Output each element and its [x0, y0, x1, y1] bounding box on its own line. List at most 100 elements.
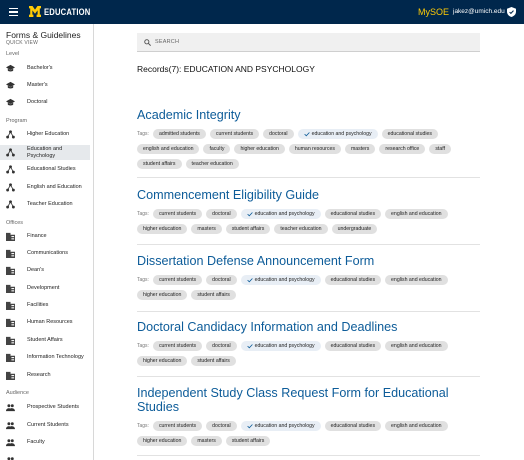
- tag-label: english and education: [391, 277, 442, 283]
- tag-chip[interactable]: education and psychology: [240, 209, 321, 219]
- tag-chip[interactable]: masters: [191, 436, 222, 446]
- sidebar-item-educational-studies[interactable]: Educational Studies: [0, 162, 90, 177]
- check-icon: [246, 212, 253, 217]
- tag-chip[interactable]: faculty: [203, 144, 231, 154]
- tag-chip[interactable]: english and education: [385, 275, 448, 285]
- sidebar-item-communications[interactable]: Communications: [0, 246, 90, 261]
- tag-label: educational studies: [330, 277, 376, 283]
- tag-chip[interactable]: english and education: [385, 209, 448, 219]
- menu-icon[interactable]: [9, 8, 18, 17]
- section-program: Program: [6, 118, 28, 124]
- record-title[interactable]: Doctoral Candidacy Information and Deadl…: [137, 320, 480, 334]
- tag-chip[interactable]: education and psychology: [297, 129, 378, 139]
- record-divider: [137, 311, 480, 312]
- sidebar-item-deans[interactable]: Dean's: [0, 263, 90, 278]
- sidebar-item-prospective-students[interactable]: Prospective Students: [0, 400, 90, 415]
- tag-chip[interactable]: research office: [379, 144, 426, 154]
- tag-chip[interactable]: education and psychology: [240, 275, 321, 285]
- sidebar-item-research[interactable]: Research: [0, 368, 90, 383]
- sidebar-item-information-technology[interactable]: Information Technology: [0, 350, 90, 365]
- tags-label: Tags:: [137, 211, 149, 217]
- sidebar-item-more[interactable]: [0, 453, 90, 460]
- tag-label: english and education: [391, 343, 442, 349]
- site-logo[interactable]: EDUCATION: [29, 6, 99, 17]
- record-title[interactable]: Independent Study Class Request Form for…: [137, 386, 480, 414]
- sidebar-item-higher-education[interactable]: Higher Education: [0, 127, 90, 142]
- sidebar-item-masters[interactable]: Master's: [0, 78, 90, 93]
- record-title[interactable]: Commencement Eligibility Guide: [137, 188, 480, 202]
- tag-chip[interactable]: doctoral: [206, 275, 237, 285]
- search-input[interactable]: SEARCH: [155, 39, 179, 45]
- tag-chip[interactable]: education and psychology: [240, 421, 321, 431]
- tag-chip[interactable]: student affairs: [225, 224, 271, 234]
- tag-chip[interactable]: educational studies: [381, 129, 438, 139]
- sidebar-item-label: Educational Studies: [27, 166, 76, 172]
- tag-chip[interactable]: undergraduate: [331, 224, 378, 234]
- tag-chip[interactable]: student affairs: [191, 290, 236, 300]
- record-title[interactable]: Academic Integrity: [137, 108, 480, 122]
- sidebar-item-human-resources[interactable]: Human Resources: [0, 315, 90, 330]
- tag-label: teacher education: [191, 161, 233, 167]
- sidebar-item-finance[interactable]: Finance: [0, 229, 90, 244]
- sidebar-item-label: Prospective Students: [27, 404, 79, 410]
- tag-chip[interactable]: higher education: [137, 224, 188, 234]
- sidebar: Forms & Guidelines QUICK VIEW Level Bach…: [0, 24, 94, 460]
- sidebar-item-doctoral[interactable]: Doctoral: [0, 95, 90, 110]
- tag-chip[interactable]: current students: [152, 275, 203, 285]
- tag-chip[interactable]: higher education: [137, 436, 188, 446]
- tag-chip[interactable]: human resources: [288, 144, 341, 154]
- tag-chip[interactable]: english and education: [385, 341, 448, 351]
- record-tags: Tags: current students doctoral education a…: [137, 421, 480, 446]
- tag-chip[interactable]: doctoral: [263, 129, 294, 139]
- sidebar-item-english-and-education[interactable]: English and Education: [0, 180, 90, 195]
- tag-chip[interactable]: current students: [152, 209, 203, 219]
- tag-chip[interactable]: teacher education: [185, 159, 239, 169]
- tag-chip[interactable]: current students: [152, 341, 203, 351]
- tag-chip[interactable]: english and education: [137, 144, 200, 154]
- sidebar-item-teacher-education[interactable]: Teacher Education: [0, 197, 90, 212]
- tag-chip[interactable]: educational studies: [324, 209, 382, 219]
- tags-label: Tags:: [137, 343, 149, 349]
- sidebar-item-development[interactable]: Development: [0, 281, 90, 296]
- tag-chip[interactable]: english and education: [385, 421, 448, 431]
- search-bar[interactable]: SEARCH: [137, 33, 480, 52]
- sidebar-item-student-affairs[interactable]: Student Affairs: [0, 333, 90, 348]
- tag-chip[interactable]: higher education: [137, 290, 188, 300]
- check-icon: [303, 132, 310, 137]
- tag-chip[interactable]: masters: [191, 224, 222, 234]
- mysoe-link[interactable]: MySOE: [418, 7, 449, 17]
- tag-chip[interactable]: doctoral: [206, 341, 237, 351]
- logo-text: EDUCATION: [44, 6, 91, 17]
- tag-chip[interactable]: doctoral: [206, 421, 237, 431]
- sidebar-item-facilities[interactable]: Facilities: [0, 298, 90, 313]
- verified-shield-icon[interactable]: [507, 7, 516, 17]
- tag-chip[interactable]: education and psychology: [240, 341, 321, 351]
- sidebar-item-education-and-psychology[interactable]: Education and Psychology: [0, 145, 90, 160]
- tag-chip[interactable]: educational studies: [324, 275, 382, 285]
- tag-chip[interactable]: higher education: [137, 356, 188, 366]
- tag-chip[interactable]: admitted students: [152, 129, 206, 139]
- tag-label: education and psychology: [254, 211, 315, 217]
- tag-label: higher education: [143, 438, 182, 444]
- tag-chip[interactable]: current students: [209, 129, 260, 139]
- tag-chip[interactable]: masters: [344, 144, 376, 154]
- record-title[interactable]: Dissertation Defense Announcement Form: [137, 254, 480, 268]
- tag-chip[interactable]: student affairs: [191, 356, 236, 366]
- tags-label: Tags:: [137, 423, 149, 429]
- tag-label: staff: [435, 146, 446, 152]
- sidebar-item-bachelors[interactable]: Bachelor's: [0, 61, 90, 76]
- hierarchy-icon: [6, 148, 15, 157]
- tag-chip[interactable]: educational studies: [324, 341, 382, 351]
- sidebar-item-faculty[interactable]: Faculty: [0, 435, 90, 450]
- tag-chip[interactable]: educational studies: [324, 421, 382, 431]
- tag-chip[interactable]: staff: [429, 144, 452, 154]
- sidebar-item-current-students[interactable]: Current Students: [0, 418, 90, 433]
- user-email[interactable]: jakez@umich.edu: [453, 8, 505, 15]
- tag-chip[interactable]: higher education: [234, 144, 285, 154]
- tag-chip[interactable]: current students: [152, 421, 203, 431]
- tag-chip[interactable]: student affairs: [225, 436, 271, 446]
- tag-chip[interactable]: doctoral: [206, 209, 237, 219]
- tag-chip[interactable]: teacher education: [274, 224, 328, 234]
- tag-chip[interactable]: student affairs: [137, 159, 182, 169]
- sidebar-item-label: Communications: [27, 250, 68, 256]
